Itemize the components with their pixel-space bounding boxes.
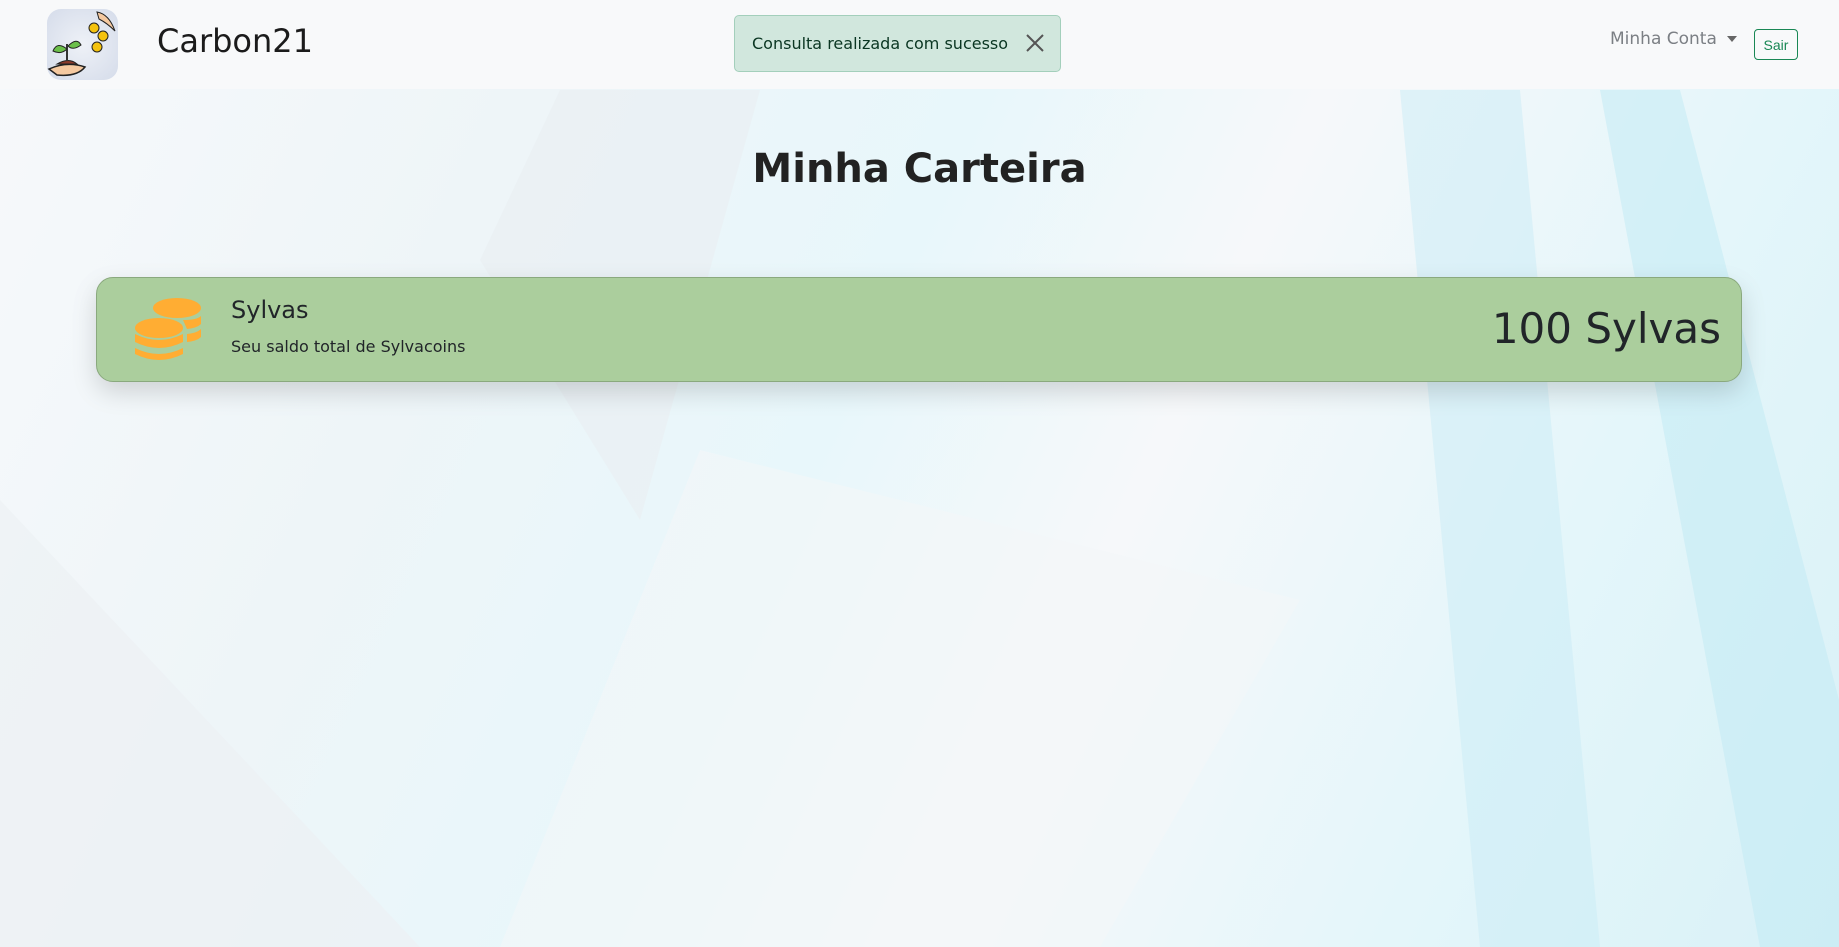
account-dropdown[interactable]: Minha Conta	[1610, 29, 1737, 49]
wallet-card: Sylvas Seu saldo total de Sylvacoins 100…	[96, 277, 1742, 382]
carbon21-logo[interactable]	[47, 9, 118, 80]
navbar: Carbon21 Consulta realizada com sucesso …	[0, 0, 1839, 89]
coins-icon	[135, 298, 201, 360]
wallet-name: Sylvas	[231, 296, 309, 324]
account-label: Minha Conta	[1610, 29, 1717, 49]
logout-button[interactable]: Sair	[1754, 29, 1798, 60]
close-icon[interactable]	[1024, 32, 1046, 54]
wallet-balance: 100 Sylvas	[1491, 304, 1721, 353]
brand-name[interactable]: Carbon21	[157, 22, 313, 60]
success-toast: Consulta realizada com sucesso	[734, 15, 1061, 72]
background-shapes	[0, 90, 1839, 947]
wallet-description: Seu saldo total de Sylvacoins	[231, 337, 466, 356]
page-title: Minha Carteira	[752, 146, 1087, 192]
chevron-down-icon	[1726, 36, 1737, 42]
toast-message: Consulta realizada com sucesso	[752, 34, 1009, 53]
plant-coins-icon	[47, 11, 116, 77]
